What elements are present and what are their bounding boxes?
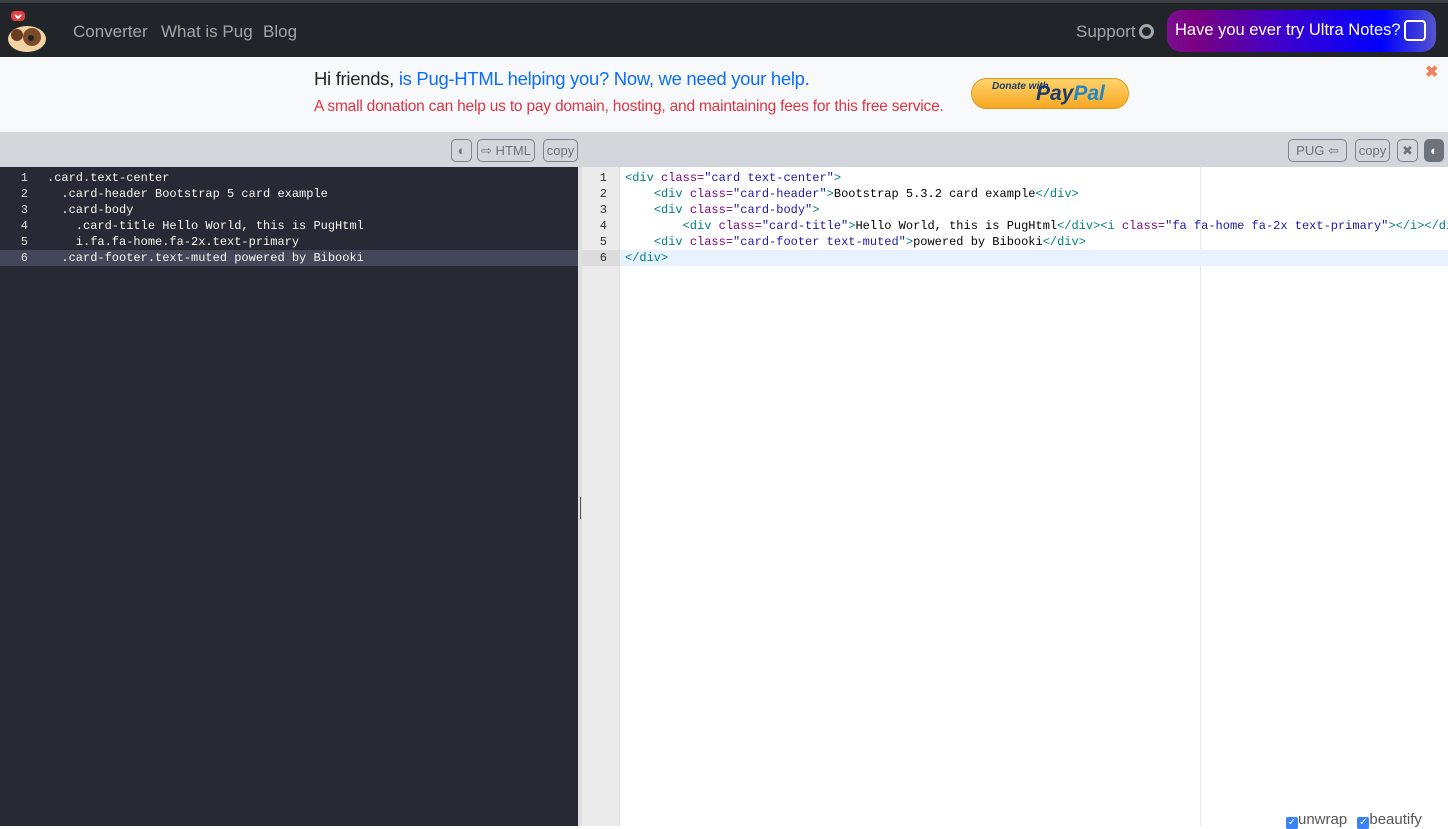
token-tag: </div><i: [1057, 219, 1122, 233]
banner-greeting: Hi friends,: [314, 68, 399, 89]
line-number: 1: [20, 171, 28, 185]
beautify-checkbox[interactable]: ✓: [1357, 817, 1370, 829]
beautify-label: beautify: [1369, 811, 1422, 828]
ultra-notes-label: Have you ever try Ultra Notes?: [1175, 21, 1401, 39]
token-tag: <div: [682, 219, 719, 233]
nav-converter[interactable]: Converter: [73, 22, 148, 42]
html-line[interactable]: </div>: [620, 250, 1448, 266]
clear-button[interactable]: ✖: [1397, 139, 1418, 162]
pug-line-text: .card-body: [47, 203, 134, 217]
line-number: 3: [599, 203, 607, 217]
pug-line[interactable]: 2 .card-header Bootstrap 5 card example: [0, 186, 578, 202]
ultra-notes-button[interactable]: Have you ever try Ultra Notes?: [1167, 10, 1436, 52]
line-number: 3: [20, 203, 28, 217]
line-number: 5: [20, 235, 28, 249]
token-tag: >: [812, 203, 820, 217]
line-number: 1: [599, 171, 607, 185]
convert-to-html-button[interactable]: ⇨ HTML: [477, 139, 535, 162]
token-tag: <div: [653, 235, 690, 249]
token-text: Bootstrap 5.3.2 card example: [833, 187, 1036, 201]
token-attr: class=: [718, 219, 762, 233]
copy-html-button[interactable]: copy: [1355, 139, 1390, 162]
html-line[interactable]: <div class="card-header">Bootstrap 5.3.2…: [620, 186, 1448, 202]
nav-blog[interactable]: Blog: [263, 22, 297, 42]
token-text: powered by Bibooki: [913, 235, 1043, 249]
line-number: 6: [582, 250, 620, 266]
token-tag: ></i></div>: [1388, 219, 1448, 233]
token-attr: class=: [689, 235, 734, 249]
splitter-handle[interactable]: [580, 497, 581, 519]
token-tag: </div>: [1035, 187, 1079, 201]
token-tag: </div>: [625, 251, 669, 265]
copy-pug-button[interactable]: copy: [543, 139, 578, 162]
banner-message: A small donation can help us to pay doma…: [314, 98, 944, 115]
token-text: Hello World, this is PugHtml: [855, 219, 1058, 233]
token-tag: >: [826, 187, 834, 201]
pug-line[interactable]: 6 .card-footer.text-muted powered by Bib…: [0, 250, 578, 266]
line-number: 6: [20, 251, 28, 265]
pug-line[interactable]: 3 .card-body: [0, 202, 578, 218]
paypal-donate-button[interactable]: Donate with PayPal: [971, 78, 1129, 109]
pug-line-text: .card-header Bootstrap 5 card example: [47, 187, 328, 201]
output-options: ✓ unwrap ✓ beautify: [1286, 811, 1422, 829]
token-str: "card text-center": [704, 171, 834, 185]
line-number: 2: [599, 187, 607, 201]
pug-editor[interactable]: 1 .card.text-center 2 .card-header Bootstr…: [0, 167, 578, 826]
token-str: "fa fa-home fa-2x text-primary": [1165, 219, 1389, 233]
line-number: 4: [599, 219, 607, 233]
pug-line-text: .card-footer.text-muted powered by Biboo…: [47, 251, 364, 265]
donation-banner: Hi friends, is Pug-HTML helping you? Now…: [0, 57, 1448, 132]
pug-line[interactable]: 4 .card-title Hello World, this is PugHt…: [0, 218, 578, 234]
nav-what-is-pug[interactable]: What is Pug: [161, 22, 253, 42]
token-str: "card-body": [733, 203, 813, 217]
token-tag: <div: [653, 203, 690, 217]
unwrap-checkbox[interactable]: ✓: [1286, 817, 1298, 829]
token-attr: class=: [661, 171, 705, 185]
token-tag: </div>: [1042, 235, 1086, 249]
line-number: 5: [599, 235, 607, 249]
pug-logo[interactable]: [5, 9, 49, 55]
pug-line-text: i.fa.fa-home.fa-2x.text-primary: [47, 235, 300, 249]
edit-icon: [1404, 20, 1426, 41]
token-attr: class=: [689, 203, 734, 217]
pug-line-text: .card.text-center: [47, 171, 170, 185]
html-line[interactable]: <div class="card-title">Hello World, thi…: [620, 218, 1448, 234]
navbar: Converter What is Pug Blog Support Have …: [0, 0, 1448, 57]
close-banner-icon[interactable]: ✖: [1425, 62, 1438, 82]
html-line[interactable]: <div class="card-footer text-muted">powe…: [620, 234, 1448, 250]
theme-toggle-right-button[interactable]: ◐: [1424, 139, 1444, 162]
token-attr: class=: [689, 187, 734, 201]
banner-highlight: is Pug-HTML helping you? Now, we need yo…: [398, 68, 810, 89]
lifebuoy-icon: [1138, 24, 1154, 39]
html-editor[interactable]: <div class="card text-center"> <div clas…: [620, 167, 1448, 826]
html-line[interactable]: <div class="card text-center">: [620, 170, 1448, 186]
token-attr: class=: [1121, 219, 1166, 233]
theme-toggle-left-button[interactable]: ◐: [451, 139, 472, 162]
token-tag: >: [833, 171, 842, 185]
html-line[interactable]: <div class="card-body">: [620, 202, 1448, 218]
line-number: 4: [20, 219, 28, 233]
token-str: "card-title": [761, 219, 849, 233]
token-tag: <div: [653, 187, 690, 201]
token-tag: <div: [625, 171, 662, 185]
banner-headline: Hi friends, is Pug-HTML helping you? Now…: [314, 68, 810, 90]
line-number: 2: [20, 187, 28, 201]
paypal-logo: PayPal: [1036, 82, 1105, 105]
token-str: "card-footer text-muted": [733, 235, 906, 249]
unwrap-label: unwrap: [1298, 811, 1348, 828]
pug-line[interactable]: 1 .card.text-center: [0, 170, 578, 186]
pug-line[interactable]: 5 i.fa.fa-home.fa-2x.text-primary: [0, 234, 578, 250]
convert-to-pug-button[interactable]: PUG ⇦: [1288, 139, 1347, 162]
token-str: "card-header": [733, 187, 827, 201]
support-label: Support: [1076, 22, 1136, 41]
token-tag: >: [905, 235, 914, 249]
support-link[interactable]: Support: [1076, 22, 1154, 42]
pug-line-text: .card-title Hello World, this is PugHtml: [47, 219, 364, 233]
editor-toolbar: ◐ ⇨ HTML copy PUG ⇦ copy ✖ ◐: [0, 132, 1448, 167]
